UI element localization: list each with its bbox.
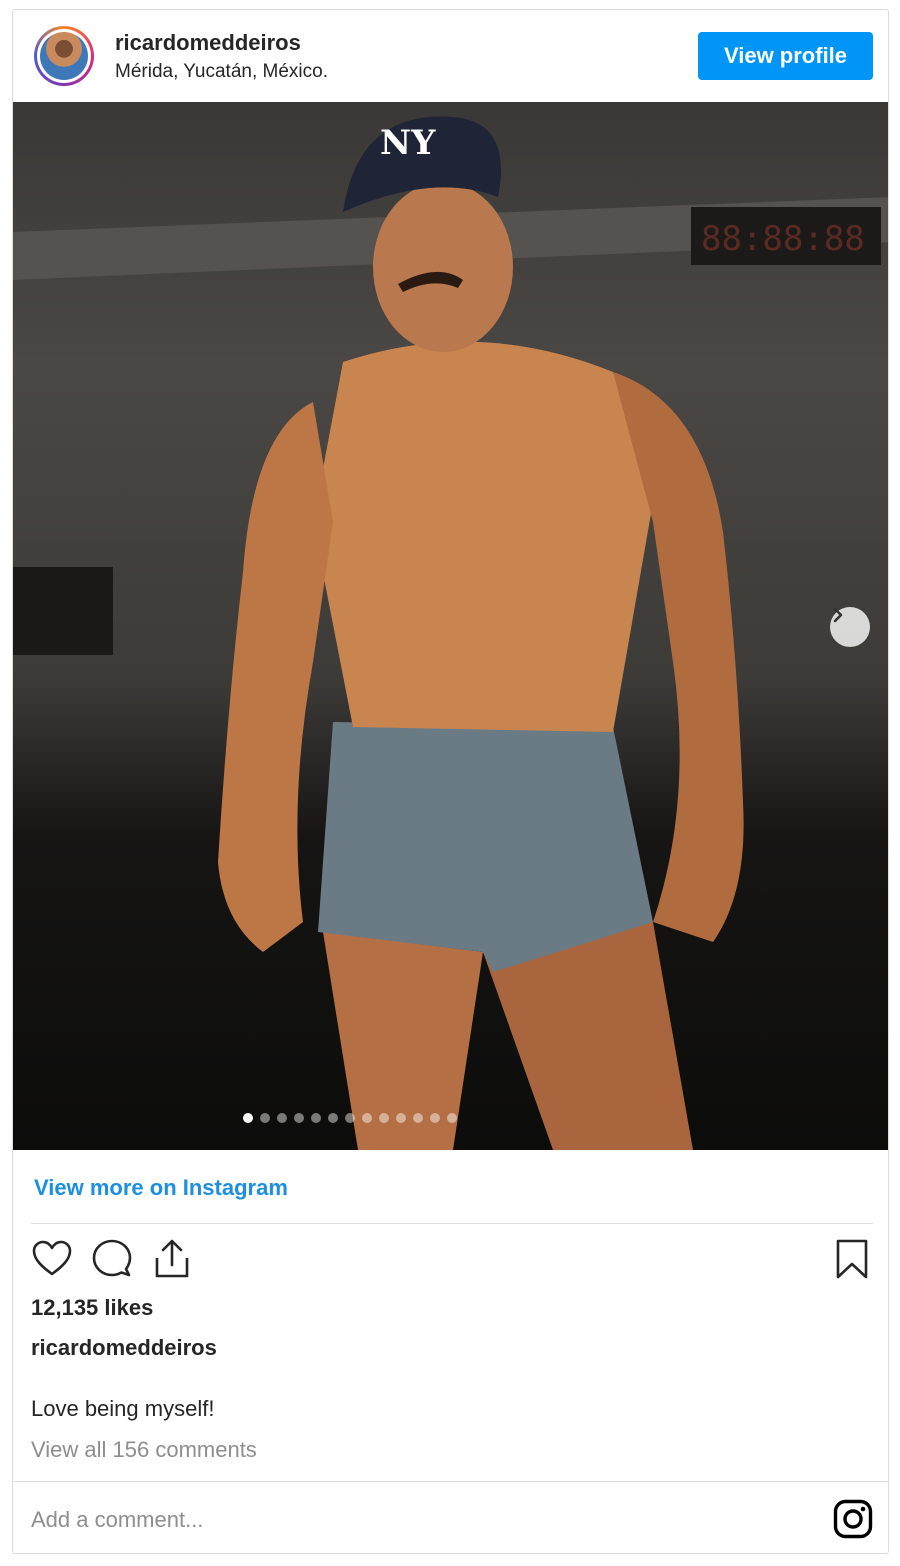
avatar-border (37, 29, 91, 83)
carousel-dot (344, 1113, 355, 1123)
bookmark-icon[interactable] (831, 1238, 873, 1280)
torso (313, 341, 653, 732)
avatar[interactable] (34, 26, 94, 86)
carousel-indicator (13, 1113, 888, 1123)
carousel-dot (395, 1113, 406, 1123)
carousel-dot (242, 1113, 253, 1123)
add-comment-input[interactable] (31, 1500, 811, 1540)
carousel-dot (429, 1113, 440, 1123)
post-photo[interactable]: 88:88:88 NY (13, 102, 888, 1150)
instagram-embed-card: ricardomeddeiros Mérida, Yucatán, México… (12, 9, 889, 1554)
view-more-link[interactable]: View more on Instagram (34, 1175, 288, 1201)
heart-icon[interactable] (31, 1238, 73, 1280)
divider (13, 1481, 888, 1482)
shorts (318, 722, 653, 972)
head (373, 182, 513, 352)
carousel-dot (412, 1113, 423, 1123)
carousel-dot (293, 1113, 304, 1123)
caption-username[interactable]: ricardomeddeiros (31, 1335, 217, 1361)
post-header: ricardomeddeiros Mérida, Yucatán, México… (13, 10, 888, 102)
likes-count[interactable]: 12,135 likes (31, 1295, 153, 1321)
caption-text: Love being myself! (31, 1396, 215, 1421)
instagram-logo-icon[interactable] (833, 1499, 873, 1539)
carousel-dot (276, 1113, 287, 1123)
wall-clock-digits: 88:88:88 (701, 219, 865, 259)
carousel-dot (378, 1113, 389, 1123)
username[interactable]: ricardomeddeiros (115, 30, 301, 56)
chevron-right-icon (833, 607, 843, 623)
share-icon[interactable] (151, 1238, 193, 1280)
view-profile-button[interactable]: View profile (698, 32, 873, 80)
location[interactable]: Mérida, Yucatán, México. (115, 61, 328, 83)
divider (31, 1223, 873, 1224)
carousel-dot (446, 1113, 457, 1123)
carousel-next-button[interactable] (830, 607, 870, 647)
carousel-dot (327, 1113, 338, 1123)
action-bar (31, 1238, 873, 1282)
view-all-comments-link[interactable]: View all 156 comments (31, 1437, 257, 1463)
photo-illustration: 88:88:88 NY (13, 116, 888, 1150)
carousel-dot (259, 1113, 270, 1123)
left-arm (218, 402, 333, 952)
comment-icon[interactable] (91, 1238, 133, 1280)
carousel-dot (361, 1113, 372, 1123)
avatar-image (40, 32, 88, 80)
carousel-dot (310, 1113, 321, 1123)
cap-logo: NY (380, 123, 436, 163)
wall-box (13, 567, 113, 655)
